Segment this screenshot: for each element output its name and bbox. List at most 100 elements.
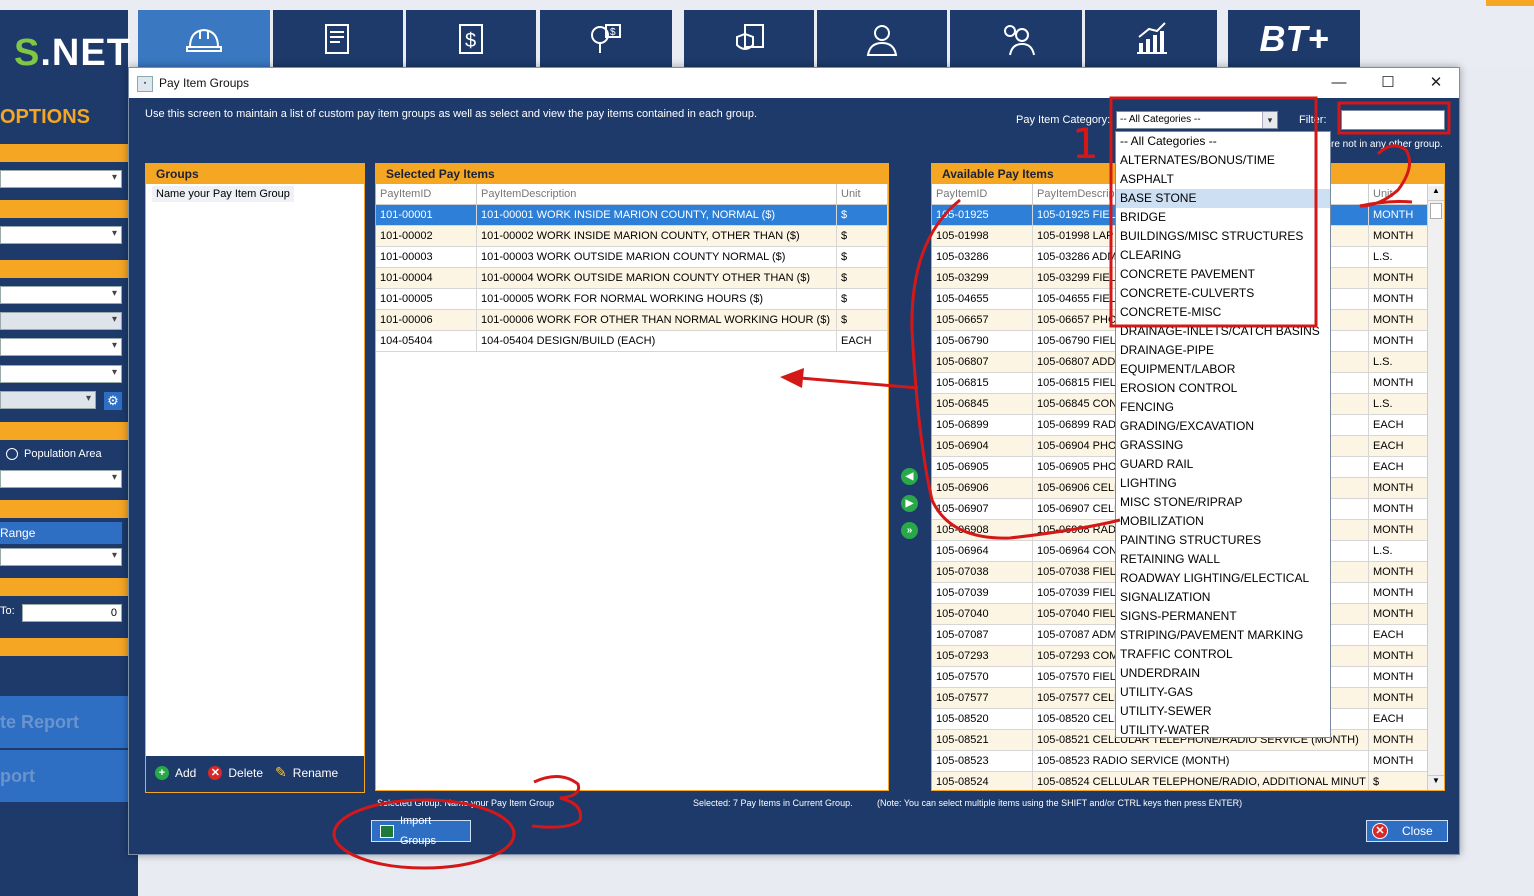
table-row[interactable]: 104-05404 104-05404 DESIGN/BUILD (EACH) EA… <box>376 330 888 352</box>
category-combobox[interactable]: -- All Categories -- ▾ <box>1116 111 1278 129</box>
close-button[interactable]: ✕ Close <box>1366 820 1448 842</box>
category-option[interactable]: MOBILIZATION <box>1116 512 1330 531</box>
table-cell: 105-01925 <box>932 204 1033 226</box>
category-option[interactable]: EQUIPMENT/LABOR <box>1116 360 1330 379</box>
category-option[interactable]: BASE STONE <box>1116 189 1330 208</box>
category-option[interactable]: BRIDGE <box>1116 208 1330 227</box>
create-report-button[interactable]: te Report <box>0 696 128 748</box>
range-option[interactable]: Range <box>0 522 122 544</box>
category-option[interactable]: MISC STONE/RIPRAP <box>1116 493 1330 512</box>
category-option[interactable]: GRASSING <box>1116 436 1330 455</box>
import-groups-button[interactable]: Import Groups <box>371 815 471 847</box>
add-button[interactable]: + Add <box>155 765 196 780</box>
gear-icon[interactable]: ⚙ <box>104 392 122 410</box>
category-option[interactable]: RETAINING WALL <box>1116 550 1330 569</box>
category-option[interactable]: ALTERNATES/BONUS/TIME <box>1116 151 1330 170</box>
column-header[interactable]: PayItemID <box>932 184 1033 205</box>
category-option[interactable]: DRAINAGE-PIPE <box>1116 341 1330 360</box>
nav-tile-bt-plus[interactable]: BT+ <box>1228 10 1360 68</box>
table-cell: 105-06905 <box>932 456 1033 478</box>
table-cell: MONTH <box>1368 225 1428 247</box>
bar-chart-icon <box>1137 22 1167 54</box>
sidebar-select-clearable[interactable] <box>0 365 122 383</box>
scrollbar[interactable]: ▲ ▼ <box>1427 186 1444 790</box>
scroll-thumb[interactable] <box>1430 203 1442 219</box>
nav-tile-billing[interactable]: $ <box>406 10 536 68</box>
nav-tile-documents[interactable] <box>273 10 403 68</box>
sidebar-select[interactable] <box>0 338 122 356</box>
category-option[interactable]: STRIPING/PAVEMENT MARKING <box>1116 626 1330 645</box>
move-right-icon[interactable]: ▶ <box>901 495 918 512</box>
category-option[interactable]: -- All Categories -- <box>1116 132 1330 151</box>
nav-tile-compliance[interactable] <box>684 10 814 68</box>
table-cell: $ <box>836 204 888 226</box>
table-row[interactable]: 101-00005 101-00005 WORK FOR NORMAL WORKI… <box>376 288 888 310</box>
category-option[interactable]: LIGHTING <box>1116 474 1330 493</box>
sidebar-select[interactable] <box>0 170 122 188</box>
table-row[interactable]: 101-00004 101-00004 WORK OUTSIDE MARION C… <box>376 267 888 289</box>
dialog-title: Pay Item Groups <box>159 76 250 90</box>
sidebar-select[interactable] <box>0 548 122 566</box>
category-option[interactable]: UTILITY-WATER <box>1116 721 1330 740</box>
chevron-down-icon[interactable]: ▾ <box>1262 112 1277 128</box>
move-left-icon[interactable]: ◀ <box>901 468 918 485</box>
nav-tile-reports[interactable] <box>1085 10 1217 68</box>
table-row[interactable]: 101-00006 101-00006 WORK FOR OTHER THAN N… <box>376 309 888 331</box>
table-row[interactable]: 105-08523 105-08523 RADIO SERVICE (MONTH)… <box>932 750 1428 772</box>
sidebar-select[interactable] <box>0 286 122 304</box>
table-row[interactable]: 101-00002 101-00002 WORK INSIDE MARION CO… <box>376 225 888 247</box>
table-cell: 105-08524 <box>932 771 1033 790</box>
nav-tile-user[interactable] <box>817 10 947 68</box>
category-option[interactable]: BUILDINGS/MISC STRUCTURES <box>1116 227 1330 246</box>
category-option[interactable]: GRADING/EXCAVATION <box>1116 417 1330 436</box>
table-cell: MONTH <box>1368 582 1428 604</box>
scroll-up-icon[interactable]: ▲ <box>1428 186 1444 201</box>
category-option[interactable]: PAINTING STRUCTURES <box>1116 531 1330 550</box>
delete-button[interactable]: ✕ Delete <box>208 765 263 780</box>
category-dropdown-list: -- All Categories -- ALTERNATES/BONUS/TIM… <box>1115 131 1331 738</box>
category-option[interactable]: ROADWAY LIGHTING/ELECTICAL <box>1116 569 1330 588</box>
category-option[interactable]: CONCRETE-MISC <box>1116 303 1330 322</box>
minimize-icon[interactable]: — <box>1324 72 1354 94</box>
category-option[interactable]: CONCRETE-CULVERTS <box>1116 284 1330 303</box>
group-list-item[interactable]: Name your Pay Item Group <box>152 186 294 202</box>
table-row[interactable]: 105-08524 105-08524 CELLULAR TELEPHONE/RA… <box>932 771 1428 790</box>
column-header[interactable]: PayItemID <box>376 184 477 205</box>
category-option[interactable]: FENCING <box>1116 398 1330 417</box>
category-option[interactable]: DRAINAGE-INLETS/CATCH BASINS <box>1116 322 1330 341</box>
category-option[interactable]: UNDERDRAIN <box>1116 664 1330 683</box>
sidebar-section-bar <box>0 578 128 596</box>
category-option[interactable]: EROSION CONTROL <box>1116 379 1330 398</box>
category-option[interactable]: CONCRETE PAVEMENT <box>1116 265 1330 284</box>
move-all-right-icon[interactable]: » <box>901 522 918 539</box>
column-header[interactable]: PayItemDescription <box>476 184 837 205</box>
category-option[interactable]: UTILITY-GAS <box>1116 683 1330 702</box>
category-option[interactable]: UTILITY-SEWER <box>1116 702 1330 721</box>
nav-tile-users[interactable] <box>950 10 1082 68</box>
close-icon[interactable]: ✕ <box>1421 72 1451 94</box>
population-area-radio[interactable]: Population Area <box>6 448 102 460</box>
nav-tile-projects[interactable] <box>138 10 270 68</box>
table-row[interactable]: 101-00001 101-00001 WORK INSIDE MARION CO… <box>376 204 888 226</box>
table-cell: 105-08523 RADIO SERVICE (MONTH) <box>1032 750 1369 772</box>
nav-tile-estimates[interactable]: $ <box>540 10 672 68</box>
category-option[interactable]: SIGNALIZATION <box>1116 588 1330 607</box>
selected-header: Selected Pay Items <box>376 164 888 184</box>
column-header[interactable]: Unit <box>1368 184 1428 205</box>
scroll-down-icon[interactable]: ▼ <box>1428 775 1444 790</box>
hardhat-icon <box>186 28 222 52</box>
column-header[interactable]: Unit <box>836 184 888 205</box>
category-option[interactable]: TRAFFIC CONTROL <box>1116 645 1330 664</box>
filter-input[interactable] <box>1341 110 1445 130</box>
export-button[interactable]: port <box>0 750 128 802</box>
rename-button[interactable]: ✎ Rename <box>275 764 338 781</box>
category-option[interactable]: SIGNS-PERMANENT <box>1116 607 1330 626</box>
category-option[interactable]: ASPHALT <box>1116 170 1330 189</box>
category-option[interactable]: GUARD RAIL <box>1116 455 1330 474</box>
category-option[interactable]: CLEARING <box>1116 246 1330 265</box>
maximize-icon[interactable]: ☐ <box>1373 72 1403 94</box>
sidebar-select[interactable] <box>0 470 122 488</box>
sidebar-select[interactable] <box>0 226 122 244</box>
table-row[interactable]: 101-00003 101-00003 WORK OUTSIDE MARION C… <box>376 246 888 268</box>
to-input[interactable]: 0 <box>22 604 122 622</box>
